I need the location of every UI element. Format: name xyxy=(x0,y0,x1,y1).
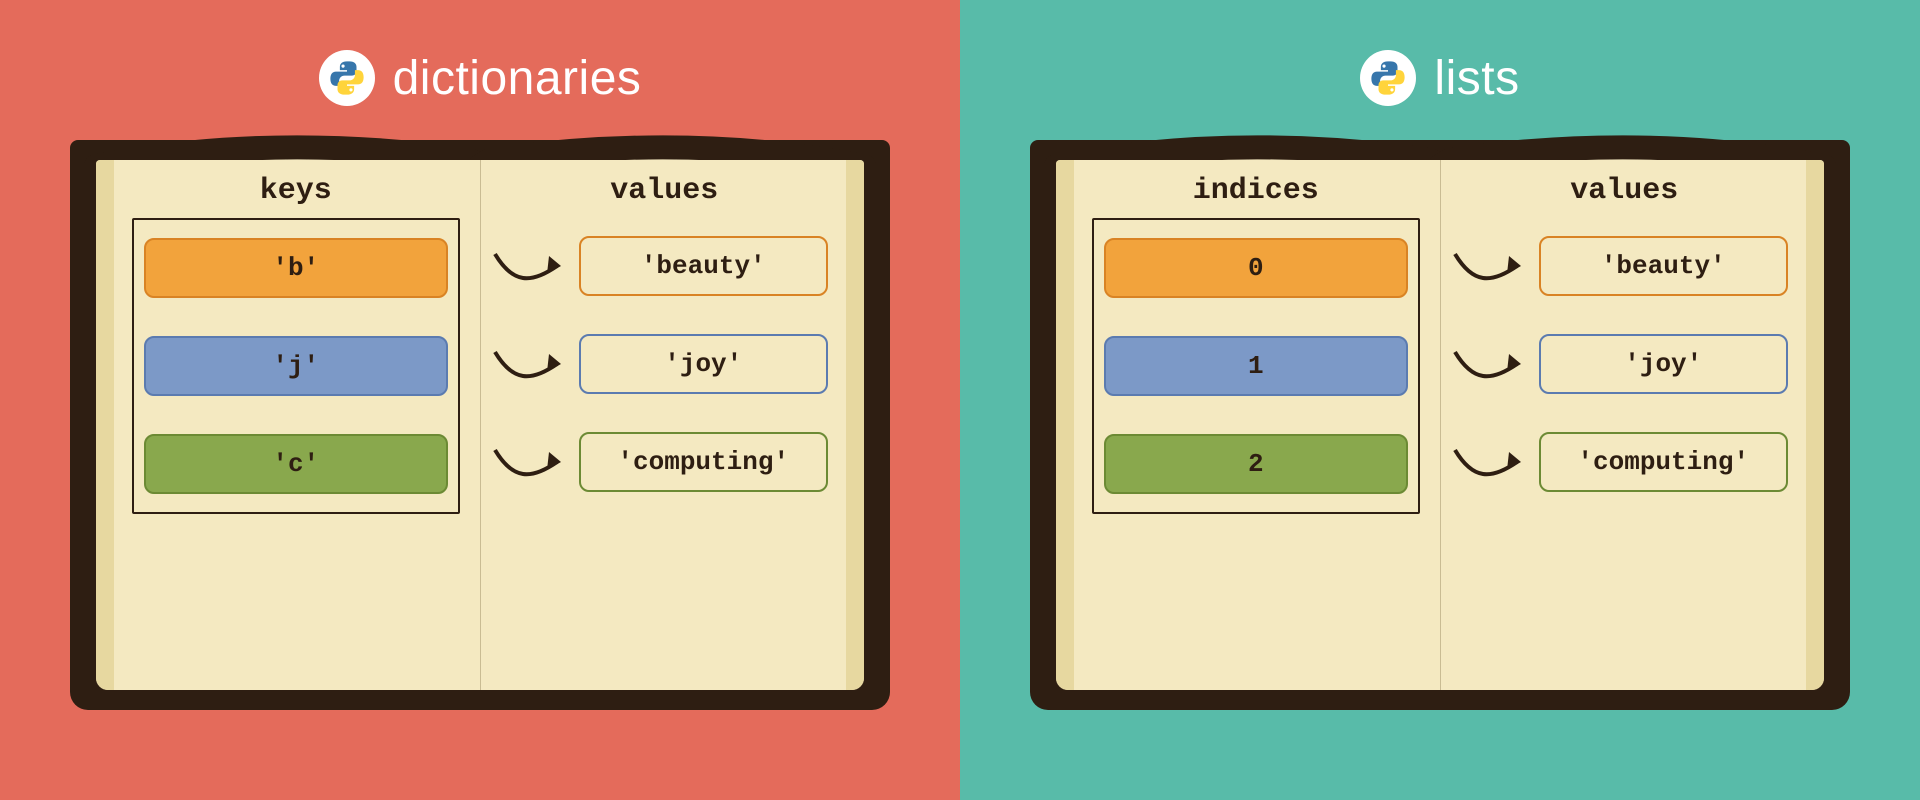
arrow-icon xyxy=(491,244,573,288)
value-pill: 'beauty' xyxy=(579,236,829,296)
index-pill: 0 xyxy=(1104,238,1408,298)
value-pill: 'computing' xyxy=(1539,432,1789,492)
values-column: 'beauty' 'joy' 'computing' xyxy=(1461,218,1789,510)
index-pill: 1 xyxy=(1104,336,1408,396)
panel-title: dictionaries xyxy=(393,51,642,106)
python-logo-icon xyxy=(1360,50,1416,106)
indices-column: 0 1 2 xyxy=(1092,218,1420,514)
values-header: values xyxy=(1461,174,1789,208)
index-pill: 2 xyxy=(1104,434,1408,494)
keys-header: keys xyxy=(132,174,460,208)
key-pill: 'b' xyxy=(144,238,448,298)
arrow-icon xyxy=(1451,440,1533,484)
title-row: dictionaries xyxy=(319,50,642,106)
arrow-icon xyxy=(1451,342,1533,386)
key-pill: 'j' xyxy=(144,336,448,396)
python-logo-icon xyxy=(319,50,375,106)
book-illustration: indices 0 1 2 values 'beauty' xyxy=(1030,140,1850,710)
value-pill: 'beauty' xyxy=(1539,236,1789,296)
value-pill: 'joy' xyxy=(579,334,829,394)
value-pill: 'computing' xyxy=(579,432,829,492)
key-pill: 'c' xyxy=(144,434,448,494)
arrow-icon xyxy=(1451,244,1533,288)
value-pill: 'joy' xyxy=(1539,334,1789,394)
values-header: values xyxy=(501,174,829,208)
values-column: 'beauty' 'joy' 'computing' xyxy=(501,218,829,510)
panel-dictionaries: dictionaries keys 'b' 'j' 'c' xyxy=(0,0,960,800)
panel-lists: lists indices 0 1 2 xyxy=(960,0,1920,800)
keys-column: 'b' 'j' 'c' xyxy=(132,218,460,514)
panel-title: lists xyxy=(1434,51,1519,106)
title-row: lists xyxy=(1360,50,1519,106)
arrow-icon xyxy=(491,342,573,386)
arrow-icon xyxy=(491,440,573,484)
indices-header: indices xyxy=(1092,174,1420,208)
book-illustration: keys 'b' 'j' 'c' values 'beauty' xyxy=(70,140,890,710)
